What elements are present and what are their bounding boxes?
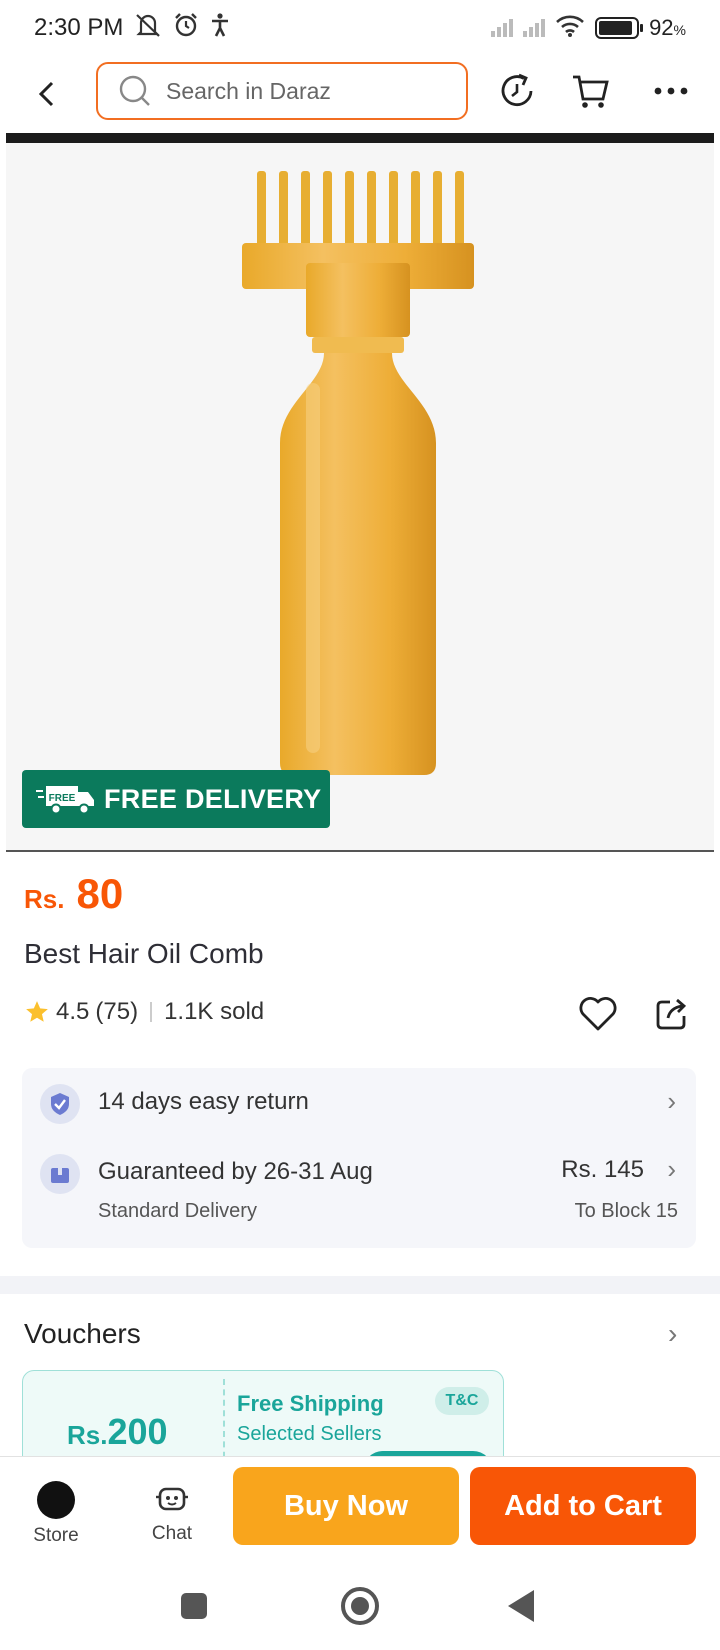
price-currency: Rs. bbox=[24, 884, 65, 914]
vouchers-more-button[interactable]: › bbox=[668, 1318, 677, 1350]
rating-value: 4.5 bbox=[56, 998, 90, 1025]
separator bbox=[150, 1002, 153, 1022]
rating-summary[interactable]: 4.5 (75) 1.1K sold bbox=[24, 998, 264, 1026]
delivery-fee: Rs. 145 bbox=[561, 1156, 644, 1183]
price-value: 80 bbox=[76, 870, 124, 917]
voucher-terms-badge[interactable]: T&C bbox=[435, 1387, 489, 1415]
top-header: Search in Daraz bbox=[0, 56, 720, 132]
vouchers-heading: Vouchers bbox=[24, 1318, 141, 1349]
voucher-amount: Rs. 200 bbox=[67, 1411, 168, 1452]
delivery-destination: To Block 15 bbox=[574, 1200, 678, 1222]
chevron-left-icon bbox=[38, 81, 54, 107]
chevron-right-icon: › bbox=[667, 1154, 676, 1184]
package-icon bbox=[40, 1154, 80, 1194]
home-circle-icon bbox=[341, 1587, 379, 1625]
refresh-icon bbox=[501, 73, 533, 107]
triangle-back-icon bbox=[508, 1590, 534, 1622]
delivery-guarantee-text: Guaranteed by 26-31 Aug bbox=[98, 1158, 373, 1185]
search-placeholder: Search in Daraz bbox=[166, 77, 331, 104]
chevron-right-icon: › bbox=[667, 1086, 676, 1116]
wishlist-button[interactable] bbox=[574, 990, 622, 1038]
signal-icon bbox=[523, 19, 546, 37]
accessibility-icon bbox=[209, 12, 231, 44]
free-delivery-label: FREE DELIVERY bbox=[104, 783, 322, 814]
store-button[interactable]: Store bbox=[20, 1481, 92, 1551]
gallery-divider bbox=[6, 850, 714, 852]
header-divider bbox=[6, 133, 714, 143]
share-icon bbox=[656, 998, 687, 1030]
wifi-icon bbox=[555, 14, 585, 43]
sold-count: 1.1K sold bbox=[164, 998, 265, 1025]
voucher-type: Free Shipping bbox=[237, 1391, 384, 1416]
search-icon bbox=[119, 75, 150, 106]
delivery-type: Standard Delivery bbox=[98, 1200, 257, 1222]
history-button[interactable] bbox=[492, 66, 542, 116]
cart-button[interactable] bbox=[566, 66, 616, 116]
return-policy-row[interactable]: 14 days easy return › bbox=[22, 1068, 696, 1138]
delivery-truck-icon: FREE bbox=[36, 786, 94, 815]
search-input[interactable]: Search in Daraz bbox=[96, 62, 468, 120]
battery-percent: 92% bbox=[649, 15, 686, 40]
mute-icon bbox=[133, 12, 163, 44]
delivery-row[interactable]: Guaranteed by 26-31 Aug Standard Deliver… bbox=[22, 1142, 696, 1248]
alarm-icon bbox=[173, 12, 199, 44]
product-title: Best Hair Oil Comb bbox=[24, 938, 264, 969]
chat-bot-icon bbox=[156, 1487, 188, 1511]
section-gap bbox=[0, 1276, 720, 1294]
chat-label: Chat bbox=[151, 1523, 193, 1544]
cart-icon bbox=[573, 75, 609, 108]
back-button[interactable] bbox=[22, 69, 72, 119]
notification-icons bbox=[133, 12, 231, 44]
home-button[interactable] bbox=[332, 1578, 388, 1634]
more-options-button[interactable] bbox=[646, 66, 696, 116]
star-icon bbox=[26, 1001, 48, 1022]
battery-icon bbox=[595, 17, 644, 39]
buy-now-button[interactable]: Buy Now bbox=[233, 1467, 459, 1545]
nav-back-button[interactable] bbox=[494, 1578, 550, 1634]
return-policy-text: 14 days easy return bbox=[98, 1088, 309, 1115]
bottom-action-bar: Store Chat Buy Now Add to Cart bbox=[0, 1456, 720, 1560]
clock: 2:30 PM bbox=[34, 14, 124, 41]
signal-icon bbox=[491, 19, 514, 37]
more-horizontal-icon bbox=[654, 87, 688, 95]
free-badge-icon-text: FREE bbox=[49, 793, 76, 804]
voucher-scope: Selected Sellers bbox=[237, 1423, 382, 1445]
store-avatar bbox=[37, 1481, 75, 1519]
add-to-cart-button[interactable]: Add to Cart bbox=[470, 1467, 696, 1545]
system-nav-bar bbox=[0, 1560, 720, 1650]
shield-check-icon bbox=[40, 1084, 80, 1124]
price: Rs. 80 bbox=[24, 870, 123, 918]
product-image bbox=[242, 171, 474, 775]
chat-button[interactable]: Chat bbox=[136, 1481, 208, 1551]
status-bar: 2:30 PM 92% bbox=[0, 0, 720, 56]
recent-apps-button[interactable] bbox=[166, 1578, 222, 1634]
product-image-gallery[interactable]: FREE FREE DELIVERY bbox=[6, 143, 714, 850]
review-count: (75) bbox=[95, 998, 139, 1025]
heart-icon bbox=[579, 997, 617, 1031]
store-label: Store bbox=[33, 1525, 79, 1546]
free-delivery-badge: FREE FREE DELIVERY bbox=[22, 770, 330, 828]
square-icon bbox=[181, 1593, 207, 1619]
share-button[interactable] bbox=[648, 990, 696, 1038]
service-info-card: 14 days easy return › Guaranteed by 26-3… bbox=[22, 1068, 696, 1248]
